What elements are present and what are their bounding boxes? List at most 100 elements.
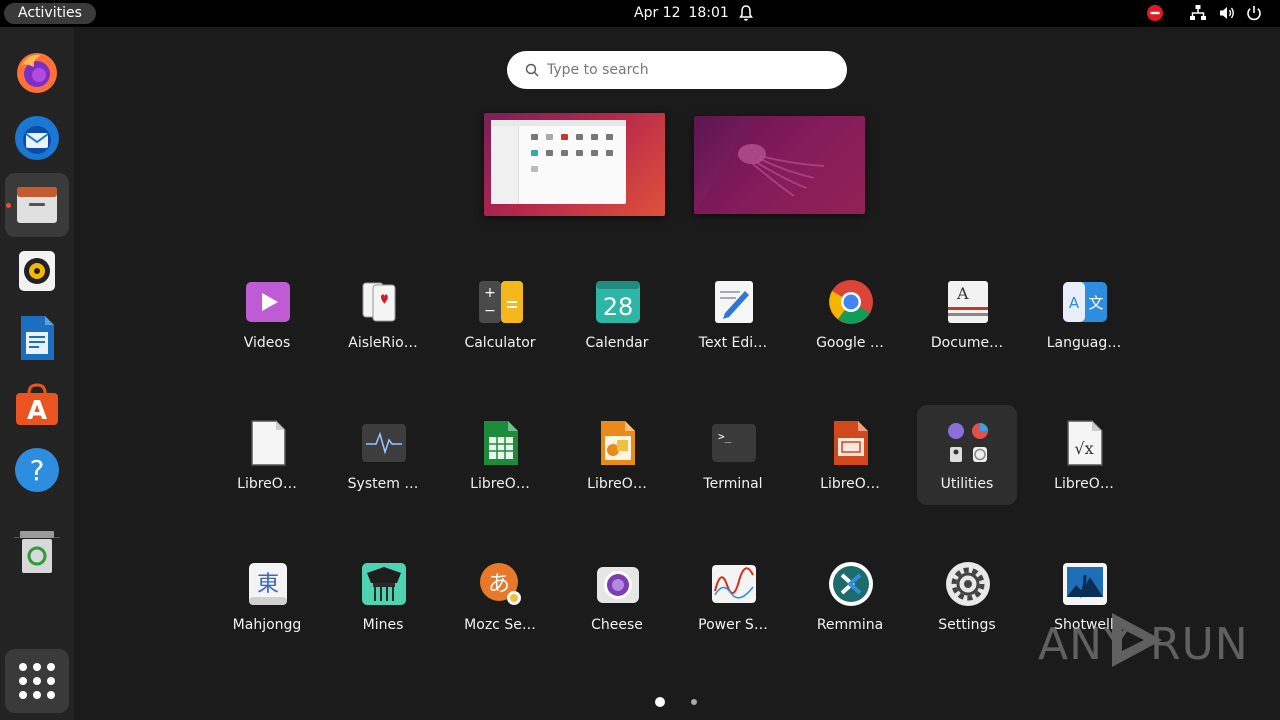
app-tile-power-statistics[interactable]: Power S… (683, 546, 783, 646)
search-box[interactable] (507, 51, 847, 89)
workspace-thumbnail-2[interactable] (694, 116, 865, 214)
app-tile-utilities-folder[interactable]: Utilities (917, 405, 1017, 505)
page-dot-1[interactable] (655, 697, 665, 707)
app-tile-document-viewer[interactable]: A Docume… (917, 264, 1017, 364)
watermark-text-right: RUN (1150, 619, 1249, 670)
search-input[interactable] (547, 59, 827, 81)
power-statistics-icon (711, 561, 757, 607)
anyrun-watermark-logo: ANY RUN (1038, 607, 1248, 672)
app-tile-language[interactable]: A 文 Languag… (1034, 264, 1134, 364)
app-tile-terminal[interactable]: >_ Terminal (683, 405, 783, 505)
chrome-icon (828, 279, 874, 325)
workspace-thumbnail-1[interactable] (484, 113, 665, 216)
document-viewer-icon: A (945, 279, 991, 325)
volume-icon[interactable] (1218, 4, 1236, 22)
svg-text:−: − (484, 303, 496, 319)
app-label: System … (347, 476, 419, 492)
libreoffice-math-icon: √x (1062, 420, 1108, 466)
ubuntu-software-icon: A (16, 383, 58, 426)
clock-button[interactable]: Apr 12 18:01 (634, 4, 729, 22)
date-label: Apr 12 (634, 5, 681, 21)
app-tile-libreoffice-draw[interactable]: LibreO… (567, 405, 667, 505)
app-label: Terminal (703, 476, 763, 492)
app-label: Remmina (816, 617, 884, 633)
app-tile-mahjongg[interactable]: 東 Mahjongg (217, 546, 317, 646)
language-icon: A文 (1062, 279, 1108, 325)
top-bar: Activities Apr 12 18:01 (0, 0, 1280, 27)
remmina-icon (828, 561, 874, 607)
app-label: Languag… (1046, 335, 1122, 351)
app-tile-remmina[interactable]: Remmina (800, 546, 900, 646)
videos-icon (245, 279, 291, 325)
app-tile-libreoffice-impress[interactable]: LibreO… (800, 405, 900, 505)
app-tile-aisleriot[interactable]: AisleRio… (333, 264, 433, 364)
time-label: 18:01 (688, 5, 729, 21)
svg-text:?: ? (30, 454, 45, 487)
app-tile-chrome[interactable]: Google … (800, 264, 900, 364)
shotwell-icon (1062, 561, 1108, 607)
svg-text:あ: あ (488, 572, 510, 597)
app-tile-calendar[interactable]: 28 Calendar (567, 264, 667, 364)
calendar-icon: 28 (595, 279, 641, 325)
app-tile-system-monitor[interactable]: System … (333, 405, 433, 505)
app-tile-text-editor[interactable]: Text Edi… (683, 264, 783, 364)
libreoffice-draw-icon (595, 420, 641, 466)
dock-firefox[interactable] (5, 40, 69, 104)
svg-text:√x: √x (1074, 439, 1093, 458)
aisleriot-icon (361, 279, 407, 325)
app-tile-mines[interactable]: Mines (333, 546, 433, 646)
app-label: Google … (816, 335, 884, 351)
app-tile-libreoffice-math[interactable]: √x LibreO… (1034, 405, 1134, 505)
svg-text:A: A (27, 396, 47, 426)
running-indicator (6, 203, 11, 208)
dock-help[interactable]: ? (5, 438, 69, 502)
trash-icon (20, 531, 54, 573)
network-icon[interactable] (1189, 4, 1207, 22)
libreoffice-icon (245, 420, 291, 466)
app-label: Utilities (940, 476, 994, 492)
svg-text:+: + (484, 285, 496, 301)
app-label: LibreO… (587, 476, 647, 492)
power-icon[interactable] (1245, 4, 1263, 22)
files-icon (17, 187, 57, 223)
app-label: Mahjongg (232, 617, 302, 633)
svg-text:A: A (956, 284, 969, 303)
cheese-icon (595, 561, 641, 607)
app-tile-libreoffice[interactable]: LibreO… (217, 405, 317, 505)
system-monitor-icon (361, 420, 407, 466)
app-tile-mozc[interactable]: あ Mozc Se… (450, 546, 550, 646)
app-label: AisleRio… (348, 335, 418, 351)
app-tile-calculator[interactable]: + − Calculator (450, 264, 550, 364)
text-editor-icon (711, 279, 757, 325)
app-label: Videos (243, 335, 291, 351)
notifications-bell-icon[interactable] (738, 4, 754, 22)
dock-files[interactable] (5, 173, 69, 237)
svg-text:東: 東 (257, 572, 279, 597)
app-tile-settings-gear[interactable]: Settings (917, 546, 1017, 646)
app-label: LibreO… (237, 476, 297, 492)
app-tile-cheese[interactable]: Cheese (567, 546, 667, 646)
calculator-icon: + − (478, 279, 524, 325)
page-dot-2[interactable] (691, 699, 697, 705)
app-label: Text Edi… (698, 335, 768, 351)
dock-trash[interactable] (5, 520, 69, 584)
mozc-icon: あ (478, 561, 524, 607)
app-label: Power S… (698, 617, 768, 633)
app-label: Cheese (591, 617, 643, 633)
help-icon: ? (15, 448, 59, 492)
dock-ubuntu-software[interactable]: A (5, 372, 69, 436)
stop-record-icon[interactable] (1146, 4, 1164, 22)
app-label: LibreO… (820, 476, 880, 492)
app-tile-videos[interactable]: Videos (217, 264, 317, 364)
rhythmbox-icon (19, 251, 55, 291)
terminal-icon: >_ (711, 420, 757, 466)
files-window-preview (491, 120, 626, 204)
dock-writer[interactable] (5, 306, 69, 370)
search-icon (525, 63, 539, 77)
dock-thunderbird[interactable] (5, 106, 69, 170)
dock-rhythmbox[interactable] (5, 239, 69, 303)
writer-icon (21, 316, 54, 360)
utilities-folder-icon (945, 420, 991, 466)
app-tile-libreoffice-calc[interactable]: LibreO… (450, 405, 550, 505)
activities-button[interactable]: Activities (4, 3, 96, 24)
